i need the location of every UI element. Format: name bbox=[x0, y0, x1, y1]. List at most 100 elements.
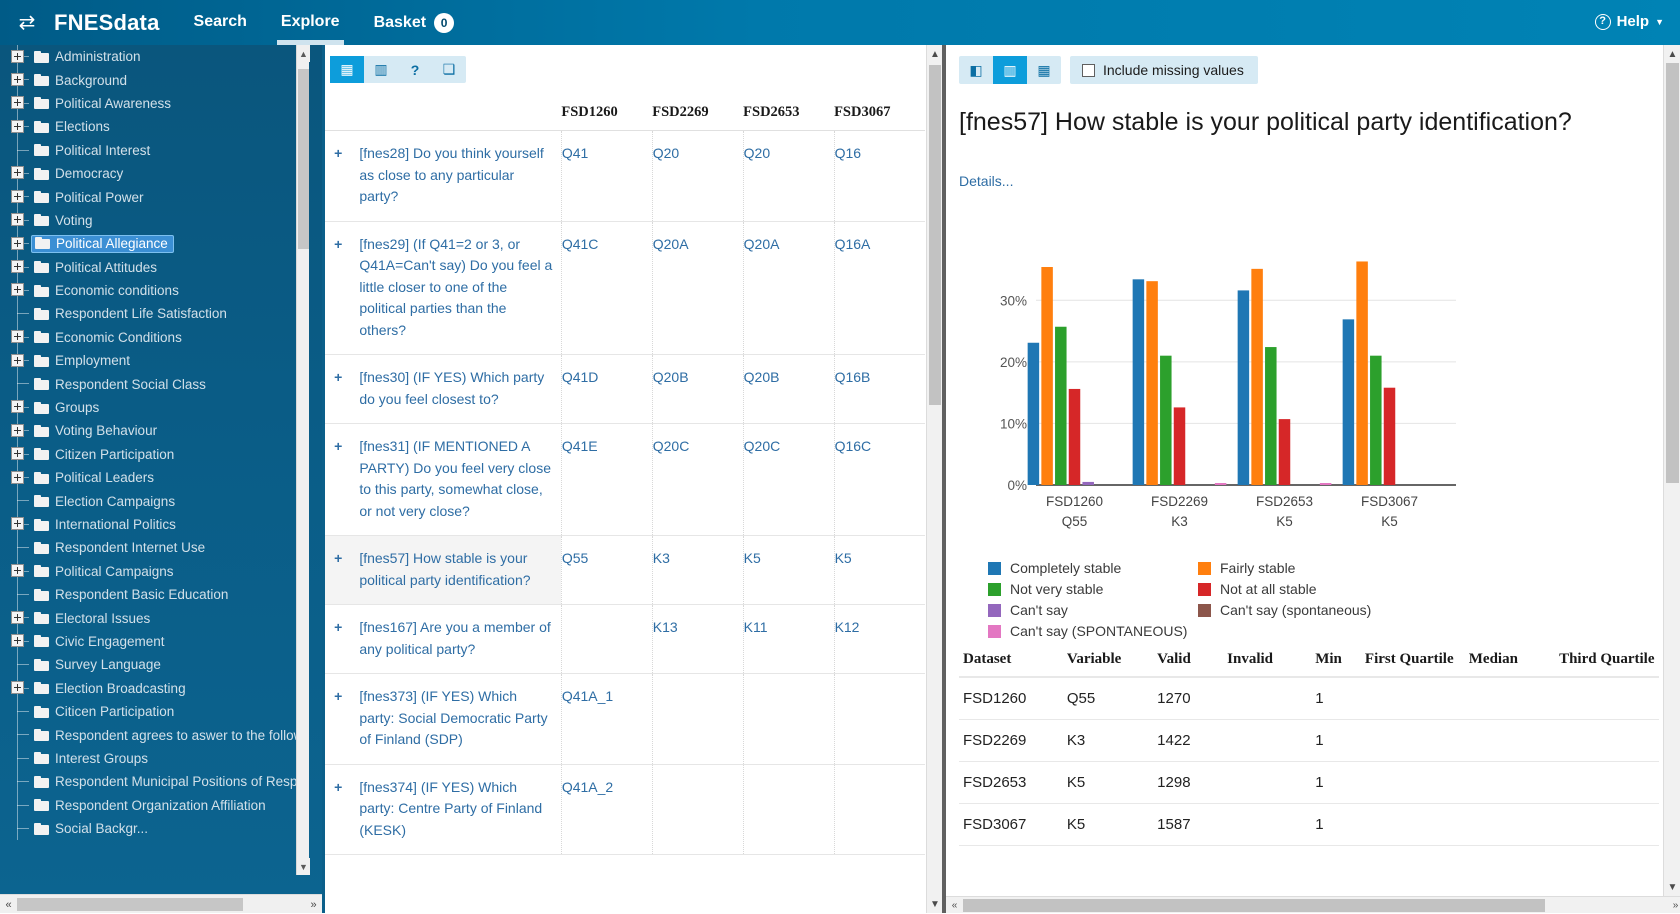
nav-link-basket[interactable]: Basket 0 bbox=[374, 12, 455, 33]
nav-link-search[interactable]: Search bbox=[194, 13, 247, 33]
variable-code-cell[interactable]: Q41C bbox=[560, 221, 653, 355]
tree-item-voting-behaviour[interactable]: Voting Behaviour bbox=[0, 419, 309, 444]
tree-item-election-broadcasting[interactable]: Election Broadcasting bbox=[0, 676, 309, 701]
expand-plus-icon[interactable] bbox=[11, 72, 24, 86]
variable-code-cell[interactable]: K5 bbox=[742, 535, 835, 605]
table-row[interactable]: + [fnes57] How stable is your political p… bbox=[325, 535, 925, 605]
variable-code-cell[interactable]: Q41 bbox=[560, 130, 653, 222]
tree-item-economic-conditions[interactable]: Economic Conditions bbox=[0, 325, 309, 350]
include-missing-values-toggle[interactable]: Include missing values bbox=[1070, 56, 1258, 84]
variable-code-cell[interactable]: Q20C bbox=[651, 423, 744, 536]
expand-plus-icon[interactable] bbox=[11, 283, 24, 297]
detail-vertical-scrollbar[interactable]: ▲ ▼ bbox=[1663, 45, 1680, 896]
details-link[interactable]: Details... bbox=[959, 173, 1013, 189]
tree-item-political-power[interactable]: Political Power bbox=[0, 185, 309, 210]
expand-row-button[interactable]: + bbox=[325, 604, 360, 674]
question-label[interactable]: [fnes373] (IF YES) Which party: Social D… bbox=[359, 673, 562, 765]
expand-plus-icon[interactable] bbox=[11, 119, 24, 133]
tree-item-respondent-agrees-to-aswer-to-the-follow-up-questions[interactable]: Respondent agrees to aswer to the follow… bbox=[0, 723, 309, 748]
legend-item[interactable]: Can't say (spontaneous) bbox=[1198, 602, 1408, 618]
variable-code-cell[interactable]: Q41E bbox=[560, 423, 653, 536]
detail-scroll-up-button[interactable]: ▲ bbox=[1664, 45, 1680, 63]
detail-scroll-left-button[interactable]: « bbox=[946, 897, 963, 914]
variable-code-cell[interactable]: K11 bbox=[742, 604, 835, 674]
tree-item-election-campaigns[interactable]: Election Campaigns bbox=[0, 489, 309, 514]
variable-code-cell[interactable]: Q20 bbox=[742, 130, 835, 222]
expand-plus-icon[interactable] bbox=[11, 400, 24, 414]
variable-code-cell[interactable]: Q55 bbox=[560, 535, 653, 605]
tree-item-citicen-participation[interactable]: Citicen Participation bbox=[0, 699, 309, 724]
variable-code-cell[interactable]: Q20B bbox=[742, 354, 835, 424]
tree-item-employment[interactable]: Employment bbox=[0, 349, 309, 373]
variable-code-cell[interactable]: Q41D bbox=[560, 354, 653, 424]
question-list-scroll-thumb[interactable] bbox=[929, 65, 941, 405]
table-row[interactable]: + [fnes31] (IF MENTIONED A PARTY) Do you … bbox=[325, 423, 925, 536]
tree-item-groups[interactable]: Groups bbox=[0, 395, 309, 420]
tree-item-respondent-life-satisfaction[interactable]: Respondent Life Satisfaction bbox=[0, 302, 309, 327]
question-label[interactable]: [fnes374] (IF YES) Which party: Centre P… bbox=[359, 764, 562, 855]
variable-code-cell[interactable]: K13 bbox=[651, 604, 744, 674]
expand-row-button[interactable]: + bbox=[325, 673, 360, 765]
detail-horizontal-scroll-thumb[interactable] bbox=[963, 899, 1545, 912]
tree-item-citizen-participation[interactable]: Citizen Participation bbox=[0, 442, 309, 467]
expand-row-button[interactable]: + bbox=[325, 354, 360, 424]
variable-code-cell[interactable]: Q20A bbox=[742, 221, 835, 355]
legend-item[interactable]: Completely stable bbox=[988, 560, 1198, 576]
table-row[interactable]: + [fnes167] Are you a member of any polit… bbox=[325, 604, 925, 674]
tree-item-political-campaigns[interactable]: Political Campaigns bbox=[0, 559, 309, 584]
table-row[interactable]: + [fnes373] (IF YES) Which party: Social … bbox=[325, 673, 925, 765]
variable-code-cell[interactable]: Q20C bbox=[742, 423, 835, 536]
expand-plus-icon[interactable] bbox=[11, 564, 24, 578]
legend-item[interactable]: Not at all stable bbox=[1198, 581, 1408, 597]
expand-plus-icon[interactable] bbox=[11, 610, 24, 624]
expand-plus-icon[interactable] bbox=[11, 236, 24, 250]
tree-item-respondent-internet-use[interactable]: Respondent Internet Use bbox=[0, 536, 309, 560]
variable-code-cell[interactable]: K5 bbox=[833, 535, 925, 605]
tree-horizontal-scroll-thumb[interactable] bbox=[17, 898, 243, 911]
expand-plus-icon[interactable] bbox=[11, 470, 24, 484]
detail-scroll-down-button[interactable]: ▼ bbox=[1664, 878, 1680, 896]
tree-item-democracy[interactable]: Democracy bbox=[0, 161, 309, 186]
tree-item-respondent-municipal-positions-of-responsibility[interactable]: Respondent Municipal Positions of Respon… bbox=[0, 770, 309, 794]
table-row[interactable]: + [fnes28] Do you think yourself as close… bbox=[325, 130, 925, 222]
question-list-scroll-down-button[interactable]: ▼ bbox=[927, 895, 943, 913]
detail-vertical-scroll-thumb[interactable] bbox=[1666, 63, 1679, 483]
tree-item-political-leaders[interactable]: Political Leaders bbox=[0, 466, 309, 490]
legend-item[interactable]: Not very stable bbox=[988, 581, 1198, 597]
variable-code-cell[interactable]: Q20B bbox=[651, 354, 744, 424]
variable-code-cell[interactable]: K3 bbox=[651, 535, 744, 605]
expand-plus-icon[interactable] bbox=[11, 447, 24, 461]
variable-code-cell[interactable]: Q16A bbox=[833, 221, 925, 355]
variable-code-cell[interactable]: Q41A_1 bbox=[560, 673, 653, 765]
expand-plus-icon[interactable] bbox=[11, 353, 24, 367]
view-chart-button[interactable]: ▥ bbox=[364, 56, 398, 83]
question-label[interactable]: [fnes29] (If Q41=2 or 3, or Q41A=Can't s… bbox=[359, 221, 562, 355]
view-table-button[interactable]: ▦ bbox=[1027, 56, 1061, 84]
tree-item-background[interactable]: Background bbox=[0, 68, 309, 93]
tree-item-political-allegiance[interactable]: Political Allegiance bbox=[0, 232, 309, 256]
tree-item-respondent-organization-affiliation[interactable]: Respondent Organization Affiliation bbox=[0, 793, 309, 818]
question-label[interactable]: [fnes31] (IF MENTIONED A PARTY) Do you f… bbox=[359, 423, 562, 536]
tree-item-social-backgr[interactable]: Social Backgr... bbox=[0, 816, 309, 841]
question-label[interactable]: [fnes167] Are you a member of any politi… bbox=[359, 604, 562, 674]
expand-plus-icon[interactable] bbox=[11, 166, 24, 180]
expand-plus-icon[interactable] bbox=[11, 423, 24, 437]
include-missing-values-checkbox[interactable] bbox=[1082, 63, 1095, 77]
question-list-vertical-scrollbar[interactable]: ▲ ▼ bbox=[926, 45, 942, 913]
expand-plus-icon[interactable] bbox=[11, 189, 24, 203]
tree-item-electoral-issues[interactable]: Electoral Issues bbox=[0, 606, 309, 631]
tree-scroll-down-button[interactable]: ▼ bbox=[297, 858, 310, 875]
detail-horizontal-scrollbar[interactable]: « » bbox=[946, 896, 1680, 913]
expand-row-button[interactable]: + bbox=[325, 221, 360, 355]
tree-item-political-attitudes[interactable]: Political Attitudes bbox=[0, 255, 309, 280]
nav-link-explore[interactable]: Explore bbox=[276, 13, 344, 47]
detail-scroll-right-button[interactable]: » bbox=[1667, 897, 1680, 914]
expand-row-button[interactable]: + bbox=[325, 535, 360, 605]
legend-item[interactable]: Fairly stable bbox=[1198, 560, 1408, 576]
expand-plus-icon[interactable] bbox=[11, 49, 24, 63]
variable-code-cell[interactable]: K12 bbox=[833, 604, 925, 674]
tree-horizontal-scrollbar[interactable]: « » bbox=[0, 894, 322, 913]
swap-icon[interactable]: ⇄ bbox=[14, 13, 40, 33]
tree-scroll-left-button[interactable]: « bbox=[0, 895, 17, 913]
variable-code-cell[interactable]: Q20 bbox=[651, 130, 744, 222]
